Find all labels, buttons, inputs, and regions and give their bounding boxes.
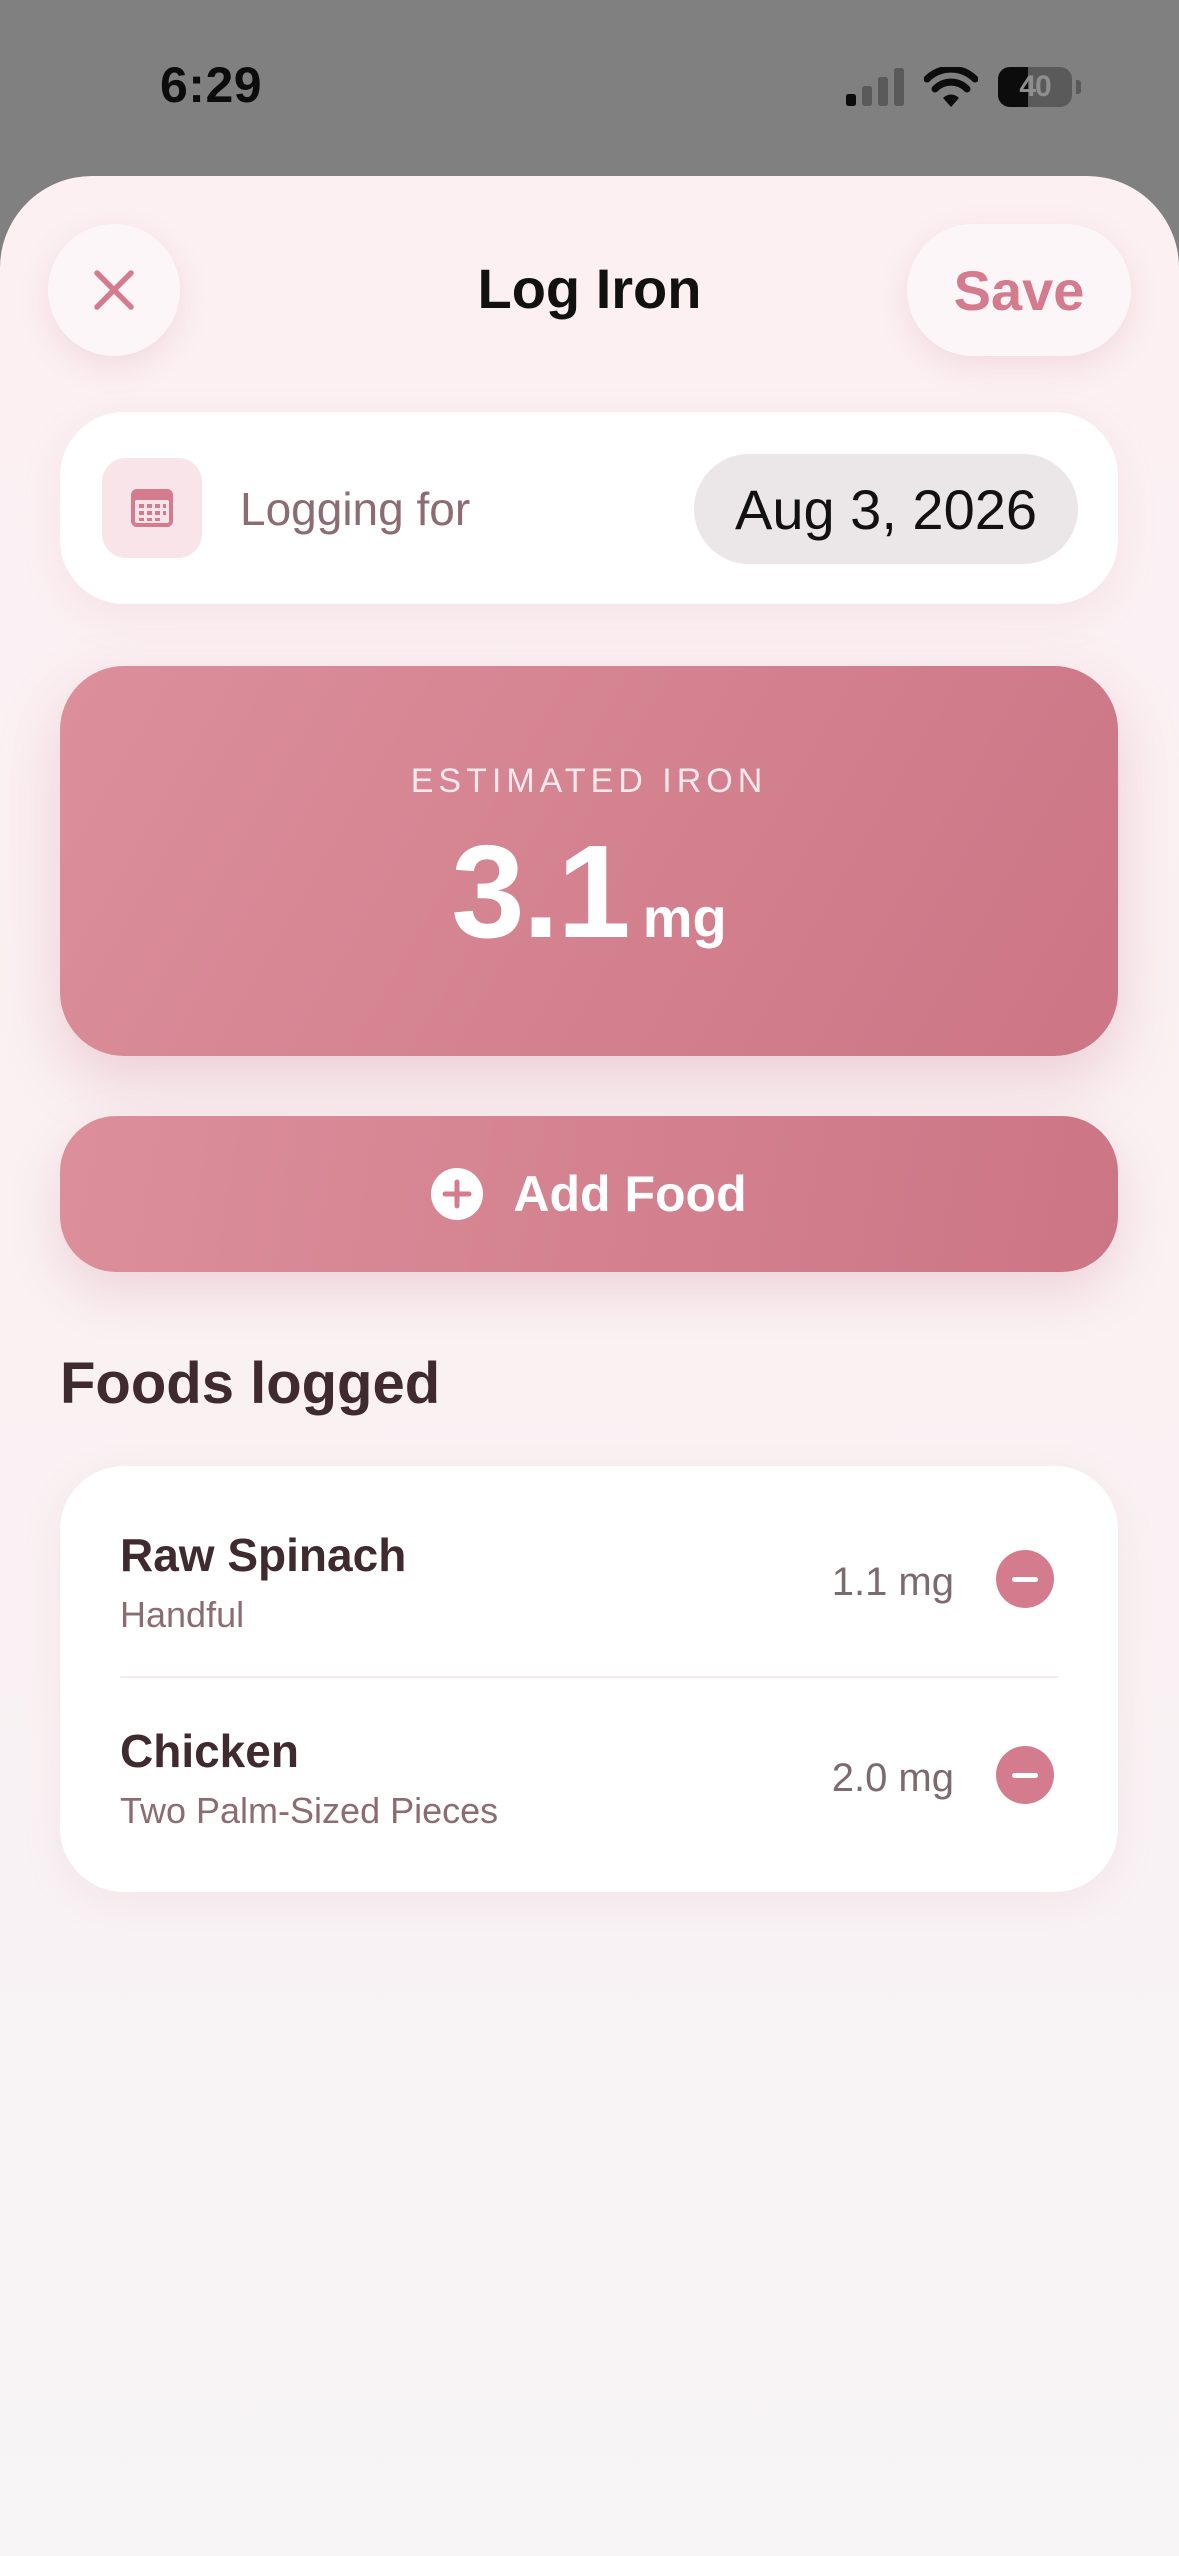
estimated-iron-number: 3.1 xyxy=(451,818,630,965)
log-iron-sheet: Log Iron Save Logging for Aug 3, 2026 ES… xyxy=(0,176,1179,2556)
add-food-label: Add Food xyxy=(513,1166,747,1222)
foods-logged-title: Foods logged xyxy=(60,1351,441,1416)
status-time: 6:29 xyxy=(160,57,263,113)
battery-nub xyxy=(1076,80,1081,94)
plus-circle-icon xyxy=(431,1168,484,1220)
save-button[interactable]: Save xyxy=(907,224,1131,356)
food-row: Raw Spinach Handful 1.1 mg xyxy=(60,1480,1118,1676)
cellular-signal-icon xyxy=(846,68,904,106)
date-picker-button[interactable]: Aug 3, 2026 xyxy=(694,454,1078,564)
estimated-iron-unit: mg xyxy=(642,886,727,949)
status-bar: 6:29 40 xyxy=(0,0,1179,176)
food-name: Chicken xyxy=(120,1725,299,1777)
food-portion: Two Palm-Sized Pieces xyxy=(120,1790,499,1831)
foods-logged-list: Raw Spinach Handful 1.1 mg Chicken Two P… xyxy=(60,1466,1118,1892)
food-portion: Handful xyxy=(120,1594,245,1635)
calendar-icon xyxy=(131,489,173,527)
food-row: Chicken Two Palm-Sized Pieces 2.0 mg xyxy=(60,1676,1118,1872)
battery-level: 40 xyxy=(1019,70,1051,103)
battery-icon: 40 xyxy=(998,67,1072,107)
logging-date-card: Logging for Aug 3, 2026 xyxy=(60,412,1118,604)
remove-food-button[interactable] xyxy=(996,1550,1054,1608)
calendar-icon-box xyxy=(102,458,202,558)
logging-for-label: Logging for xyxy=(240,483,471,535)
wifi-icon xyxy=(924,67,978,107)
food-iron-amount: 1.1 mg xyxy=(831,1560,954,1604)
estimated-iron-card: ESTIMATED IRON 3.1 mg xyxy=(60,666,1118,1056)
remove-food-button[interactable] xyxy=(996,1746,1054,1804)
add-food-button[interactable]: Add Food xyxy=(60,1116,1118,1272)
estimated-iron-label: ESTIMATED IRON xyxy=(410,762,768,800)
food-iron-amount: 2.0 mg xyxy=(831,1756,954,1800)
estimated-iron-value: 3.1 mg xyxy=(60,816,1118,967)
status-icons: 40 xyxy=(846,64,1081,110)
food-name: Raw Spinach xyxy=(120,1529,407,1581)
